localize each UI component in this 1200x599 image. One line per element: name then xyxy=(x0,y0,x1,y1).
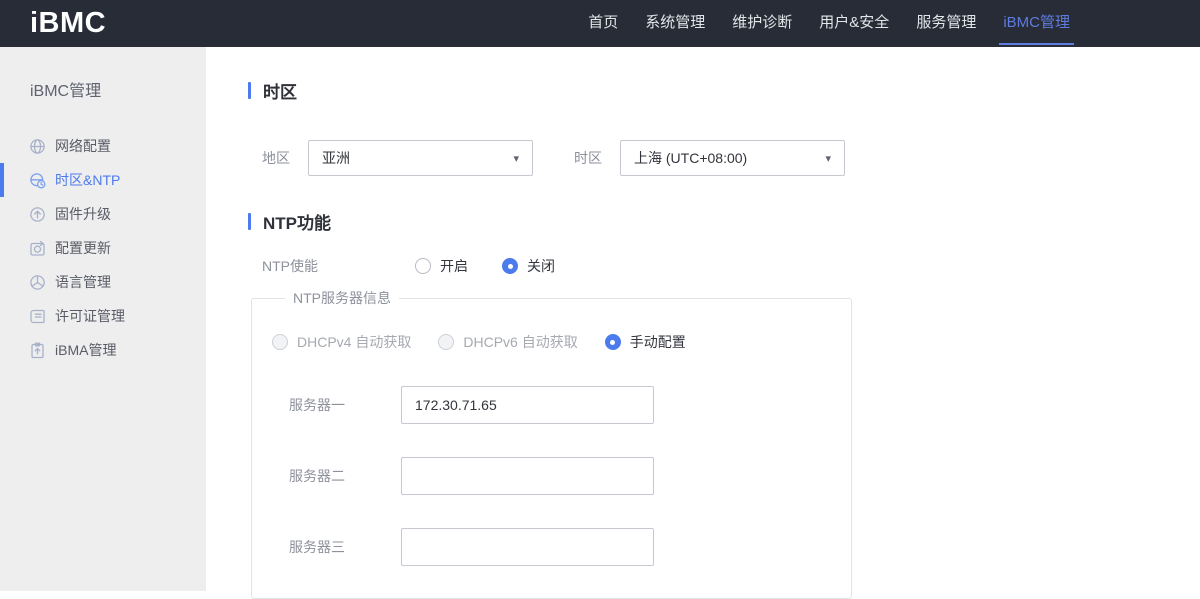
nav-item-ibmc-management[interactable]: iBMC管理 xyxy=(999,0,1074,45)
sidebar-menu: 网络配置 时区&NTP 固件升级 配置更新 语言管理 许可证管理 iBMA管理 xyxy=(0,129,206,367)
ntp-enable-on-radio[interactable]: 开启 xyxy=(415,256,468,276)
ntp-section-title: NTP功能 xyxy=(248,209,1200,234)
nav-item-service-management[interactable]: 服务管理 xyxy=(912,0,980,45)
chevron-down-icon: ▾ xyxy=(513,152,519,165)
sidebar-item-license-management[interactable]: 许可证管理 xyxy=(0,299,206,333)
ibmc-logo: iBMC xyxy=(30,7,107,39)
sidebar-item-firmware-upgrade[interactable]: 固件升级 xyxy=(0,197,206,231)
radio-label: 手动配置 xyxy=(629,334,686,350)
server-two-row: 服务器二 xyxy=(272,457,851,495)
radio-label: 开启 xyxy=(440,258,468,274)
server-two-label: 服务器二 xyxy=(289,468,345,484)
sidebar-item-label: 许可证管理 xyxy=(55,308,125,324)
ntp-enable-row: NTP使能 开启 关闭 xyxy=(262,256,1200,276)
dhcpv6-auto-radio[interactable]: DHCPv6 自动获取 xyxy=(438,332,578,352)
ntp-enable-off-radio[interactable]: 关闭 xyxy=(502,256,555,276)
timezone-select-value: 上海 (UTC+08:00) xyxy=(634,150,748,166)
dhcpv4-auto-radio[interactable]: DHCPv4 自动获取 xyxy=(272,332,411,352)
server-two-input[interactable] xyxy=(401,457,654,495)
ntp-server-info-group: NTP服务器信息 DHCPv4 自动获取 DHCPv6 自动获取 手动配置 服务… xyxy=(251,288,852,599)
section-accent-bar xyxy=(248,213,251,230)
sidebar-item-label: 语言管理 xyxy=(55,274,111,290)
nav-item-home[interactable]: 首页 xyxy=(584,0,622,45)
server-three-label: 服务器三 xyxy=(289,539,345,555)
radio-disabled-icon xyxy=(438,334,455,350)
main-content: 时区 地区 亚洲 ▾ 时区 上海 (UTC+08:00) ▾ NTP功能 NTP… xyxy=(206,47,1200,599)
nav-item-user-security[interactable]: 用户&安全 xyxy=(815,0,893,45)
radio-label: DHCPv6 自动获取 xyxy=(463,334,578,350)
server-three-input[interactable] xyxy=(401,528,654,566)
timezone-fields-row: 地区 亚洲 ▾ 时区 上海 (UTC+08:00) ▾ xyxy=(262,140,1200,176)
chevron-down-icon: ▾ xyxy=(825,152,831,165)
language-icon xyxy=(29,274,46,291)
config-update-icon xyxy=(29,240,46,257)
nav-item-system-management[interactable]: 系统管理 xyxy=(641,0,709,45)
manual-config-radio[interactable]: 手动配置 xyxy=(604,332,686,352)
radio-disabled-icon xyxy=(272,334,288,350)
network-icon xyxy=(29,138,46,155)
ntp-enable-label: NTP使能 xyxy=(262,258,318,274)
radio-label: 关闭 xyxy=(527,258,555,274)
sidebar-item-timezone-ntp[interactable]: 时区&NTP xyxy=(0,163,206,197)
top-nav-menu: 首页 系统管理 维护诊断 用户&安全 服务管理 iBMC管理 xyxy=(565,0,1074,47)
sidebar-item-ibma-management[interactable]: iBMA管理 xyxy=(0,333,206,367)
nav-item-maintenance-diagnosis[interactable]: 维护诊断 xyxy=(728,0,796,45)
top-navbar: iBMC 首页 系统管理 维护诊断 用户&安全 服务管理 iBMC管理 xyxy=(0,0,1200,47)
radio-unchecked-icon[interactable] xyxy=(415,258,431,274)
section-title-text: 时区 xyxy=(263,83,297,102)
radio-label: DHCPv4 自动获取 xyxy=(297,334,412,350)
timezone-ntp-icon xyxy=(29,172,46,189)
sidebar-item-label: 配置更新 xyxy=(55,240,111,256)
section-title-text: NTP功能 xyxy=(263,214,331,233)
sidebar: iBMC管理 网络配置 时区&NTP 固件升级 配置更新 语言管理 许可证管理 … xyxy=(0,47,224,591)
sidebar-title: iBMC管理 xyxy=(30,83,102,100)
timezone-label: 时区 xyxy=(574,150,602,166)
server-three-row: 服务器三 xyxy=(272,528,851,566)
sidebar-item-label: 时区&NTP xyxy=(55,172,121,188)
sidebar-item-label: iBMA管理 xyxy=(55,342,117,358)
region-select-value: 亚洲 xyxy=(322,150,350,166)
sidebar-item-config-update[interactable]: 配置更新 xyxy=(0,231,206,265)
sidebar-item-label: 固件升级 xyxy=(55,206,111,222)
firmware-upgrade-icon xyxy=(29,206,46,223)
region-label: 地区 xyxy=(262,150,290,166)
sidebar-item-network-config[interactable]: 网络配置 xyxy=(0,129,206,163)
radio-checked-icon[interactable] xyxy=(604,334,621,350)
timezone-section-title: 时区 xyxy=(248,78,1200,103)
section-accent-bar xyxy=(248,82,251,99)
ntp-server-mode-row: DHCPv4 自动获取 DHCPv6 自动获取 手动配置 xyxy=(272,332,851,352)
server-one-row: 服务器一 xyxy=(272,386,851,424)
sidebar-item-label: 网络配置 xyxy=(55,138,111,154)
ibma-icon xyxy=(29,342,46,359)
sidebar-item-language-management[interactable]: 语言管理 xyxy=(0,265,206,299)
region-select[interactable]: 亚洲 ▾ xyxy=(308,140,533,176)
license-icon xyxy=(29,308,46,325)
server-one-label: 服务器一 xyxy=(289,397,345,413)
server-one-input[interactable] xyxy=(401,386,654,424)
radio-checked-icon[interactable] xyxy=(502,258,518,274)
ntp-server-info-legend: NTP服务器信息 xyxy=(293,290,391,306)
timezone-select[interactable]: 上海 (UTC+08:00) ▾ xyxy=(620,140,845,176)
